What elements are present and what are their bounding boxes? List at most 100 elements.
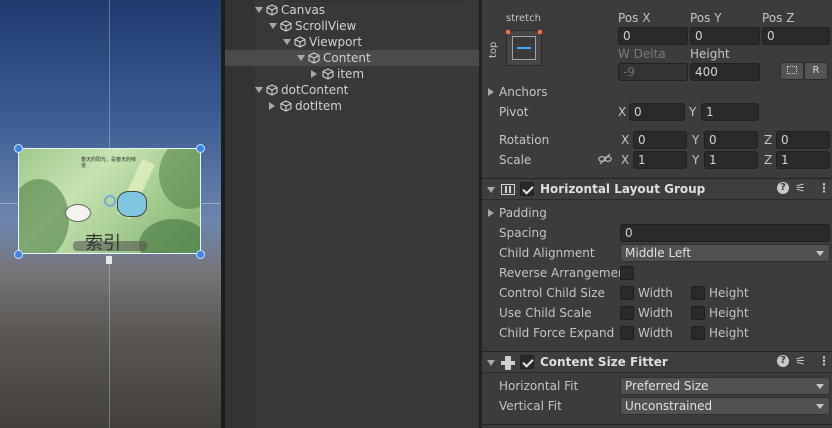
hlg-foldout-icon[interactable] [487, 187, 495, 193]
scale-x-field[interactable]: 1 [633, 151, 687, 169]
pivot-x-field[interactable]: 0 [629, 103, 685, 121]
reverse-arrangement-checkbox[interactable] [620, 266, 634, 280]
foldout-collapsed-icon[interactable] [311, 70, 317, 78]
blueprint-mode-button[interactable] [780, 62, 804, 80]
anchors-foldout-icon[interactable] [488, 88, 494, 96]
hierarchy-item-label: item [337, 67, 365, 81]
hierarchy-item-dotcontent[interactable]: dotContent [225, 82, 479, 98]
pivot-x-axis-label: X [618, 105, 627, 119]
foldout-expanded-icon[interactable] [255, 87, 263, 93]
child-force-expand-height-checkbox[interactable] [691, 326, 705, 340]
control-child-size-label: Control Child Size [499, 286, 605, 300]
hlg-help-icon[interactable]: ? [777, 182, 789, 194]
horizontal-fit-dropdown[interactable]: Preferred Size [620, 377, 830, 395]
horizontal-fit-label: Horizontal Fit [499, 379, 579, 393]
raw-edit-button[interactable]: R [804, 62, 828, 80]
vertical-fit-value: Unconstrained [625, 399, 713, 413]
hlg-title: Horizontal Layout Group [540, 182, 706, 196]
horizontal-fit-value: Preferred Size [625, 379, 709, 393]
pos-y-field[interactable]: 0 [690, 27, 760, 45]
rect-handle-top-left[interactable] [14, 144, 23, 153]
hlg-component-icon [501, 184, 515, 195]
dog-figure [65, 204, 91, 222]
control-child-size-height-checkbox[interactable] [691, 286, 705, 300]
scale-y-field[interactable]: 1 [704, 151, 758, 169]
vertical-fit-dropdown[interactable]: Unconstrained [620, 397, 830, 415]
rotation-y-field[interactable]: 0 [704, 131, 758, 149]
use-child-scale-width-label: Width [638, 306, 673, 320]
anchor-preset-mark-right [538, 30, 542, 34]
spacing-field[interactable]: 0 [620, 224, 830, 242]
anchor-marker[interactable] [106, 256, 112, 264]
rotation-y-axis-label: Y [692, 133, 700, 147]
foldout-expanded-icon[interactable] [255, 7, 263, 13]
pos-y-label: Pos Y [690, 11, 722, 25]
chevron-down-icon [816, 384, 824, 389]
scale-x-axis-label: X [621, 153, 630, 167]
hierarchy-item-viewport[interactable]: Viewport [225, 34, 479, 50]
scale-y-axis-label: Y [692, 153, 700, 167]
rect-handle-bottom-right[interactable] [196, 250, 205, 259]
foldout-collapsed-icon[interactable] [269, 102, 275, 110]
hlg-context-menu-icon[interactable]: ⋮ [818, 181, 830, 195]
scene-view[interactable]: 春天的阳光，是春天的味道 索引 [0, 0, 221, 428]
use-child-scale-height-checkbox[interactable] [691, 306, 705, 320]
rotation-x-axis-label: X [621, 133, 630, 147]
use-child-scale-height-label: Height [709, 306, 749, 320]
chevron-down-icon [816, 251, 824, 256]
foldout-expanded-icon[interactable] [269, 23, 277, 29]
scale-z-field[interactable]: 1 [776, 151, 830, 169]
vertical-fit-label: Vertical Fit [499, 399, 562, 413]
gameobject-cube-icon [266, 4, 278, 16]
csf-foldout-icon[interactable] [487, 360, 495, 366]
hierarchy-item-canvas[interactable]: Canvas [225, 2, 479, 18]
use-child-scale-width-checkbox[interactable] [620, 306, 634, 320]
padding-label[interactable]: Padding [499, 206, 547, 220]
child-force-expand-width-label: Width [638, 326, 673, 340]
csf-presets-icon[interactable]: ⚟ [795, 354, 806, 368]
child-force-expand-label: Child Force Expand [499, 326, 615, 340]
hierarchy-item-scrollview[interactable]: ScrollView [225, 18, 479, 34]
blueprint-icon [787, 66, 797, 74]
hierarchy-item-label: dotItem [295, 99, 342, 113]
csf-title: Content Size Fitter [540, 355, 668, 369]
horizontal-layout-group-header[interactable]: Horizontal Layout Group ? ⚟ ⋮ [482, 178, 832, 200]
content-size-fitter-header[interactable]: Content Size Fitter ? ⚟ ⋮ [482, 351, 832, 373]
csf-help-icon[interactable]: ? [777, 355, 789, 367]
rotation-z-field[interactable]: 0 [776, 131, 830, 149]
foldout-expanded-icon[interactable] [297, 55, 305, 61]
pos-z-field[interactable]: 0 [762, 27, 830, 45]
w-delta-label: W Delta [618, 47, 666, 61]
card-small-text: 春天的阳光，是春天的味道 [81, 157, 137, 169]
child-force-expand-width-checkbox[interactable] [620, 326, 634, 340]
image-card[interactable]: 春天的阳光，是春天的味道 索引 [18, 148, 201, 254]
scale-z-axis-label: Z [764, 153, 773, 167]
height-field[interactable]: 400 [690, 63, 760, 81]
csf-enabled-checkbox[interactable] [520, 355, 534, 369]
hlg-enabled-checkbox[interactable] [520, 182, 534, 196]
rect-handle-bottom-left[interactable] [14, 250, 23, 259]
foldout-expanded-icon[interactable] [283, 39, 291, 45]
child-alignment-dropdown[interactable]: Middle Left [620, 244, 830, 262]
anchors-label[interactable]: Anchors [499, 85, 548, 99]
csf-context-menu-icon[interactable]: ⋮ [818, 354, 830, 368]
hlg-presets-icon[interactable]: ⚟ [795, 181, 806, 195]
hierarchy-item-dotitem[interactable]: dotItem [225, 98, 479, 114]
constrain-proportions-icon[interactable] [598, 153, 612, 165]
pivot-y-field[interactable]: 1 [701, 103, 759, 121]
pos-x-label: Pos X [618, 11, 651, 25]
spacing-label: Spacing [499, 226, 547, 240]
pos-z-label: Pos Z [762, 11, 795, 25]
rotation-x-field[interactable]: 0 [633, 131, 687, 149]
padding-foldout-icon[interactable] [488, 209, 494, 217]
rect-handle-top-right[interactable] [196, 144, 205, 153]
hierarchy-panel: Canvas ScrollView Viewport Content item dotCo… [225, 0, 479, 428]
control-child-size-width-checkbox[interactable] [620, 286, 634, 300]
hierarchy-item-item[interactable]: item [225, 66, 479, 82]
gameobject-cube-icon [280, 20, 292, 32]
hierarchy-item-content[interactable]: Content [225, 50, 479, 66]
anchor-preset-arrow [517, 47, 531, 49]
pos-x-field[interactable]: 0 [618, 27, 688, 45]
rotation-label: Rotation [499, 133, 550, 147]
pivot-ring [104, 195, 116, 207]
